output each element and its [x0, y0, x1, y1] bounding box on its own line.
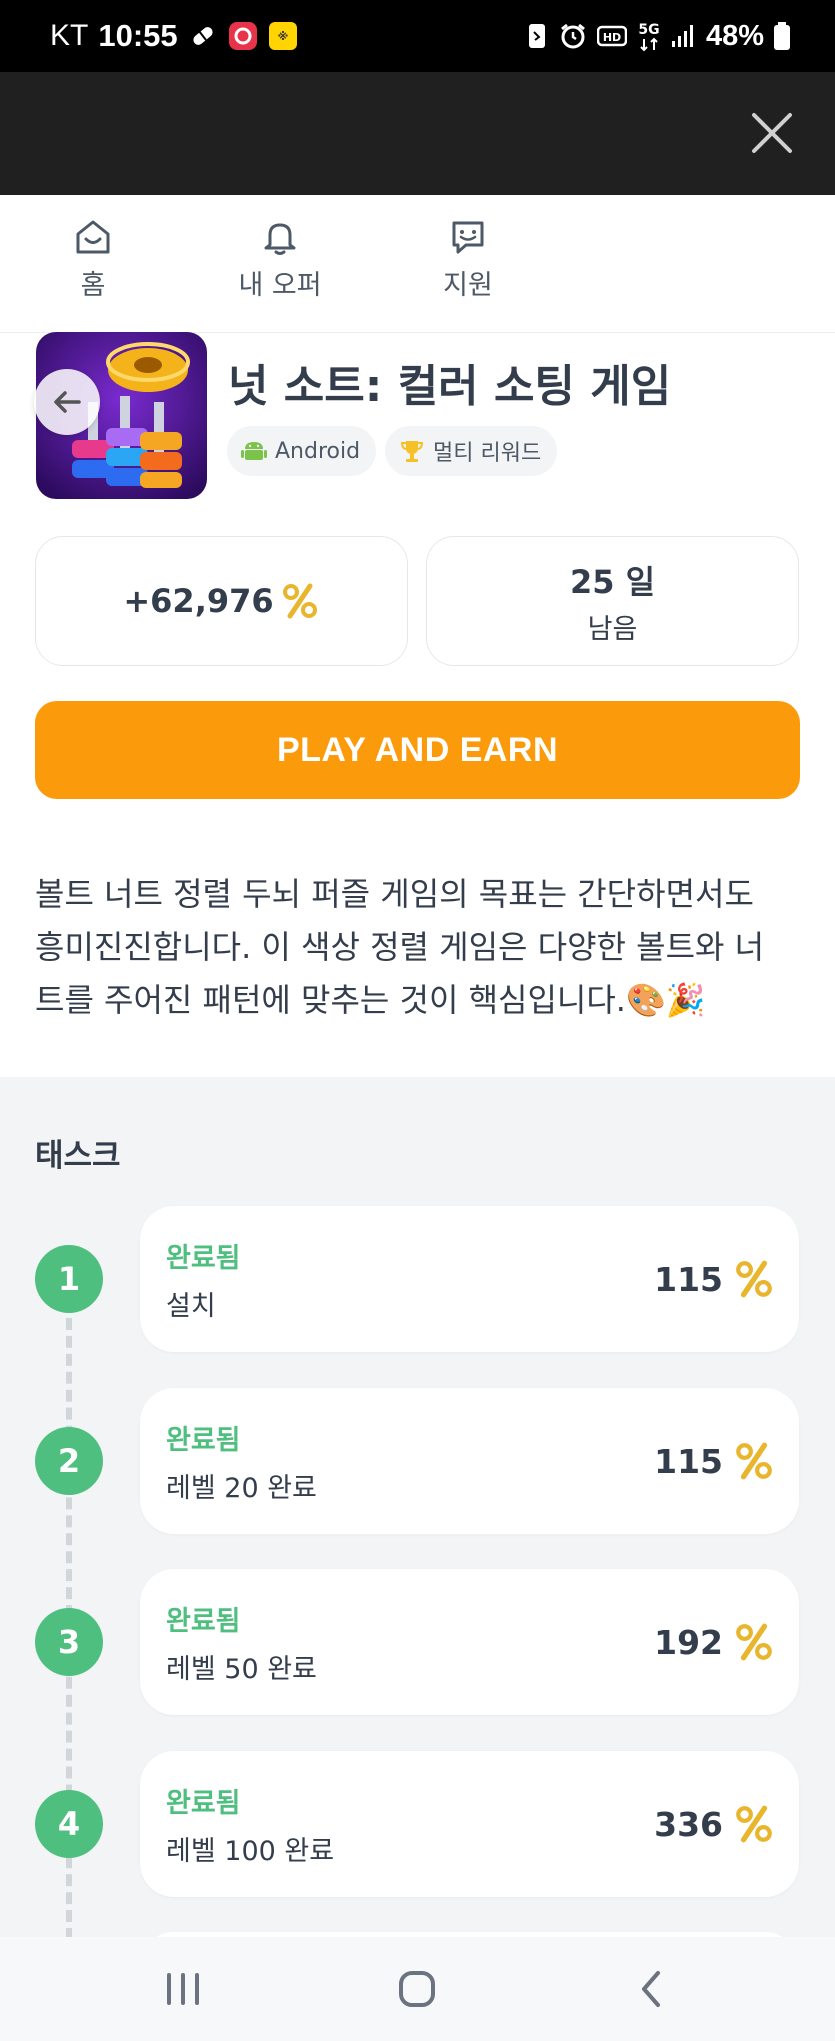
task-reward-amount: 115 — [654, 1441, 723, 1481]
chevron-left-icon — [642, 1971, 660, 2007]
task-number-badge: 3 — [35, 1608, 103, 1676]
task-status: 완료됨 — [166, 1606, 241, 1637]
tab-my-offers-label: 내 오퍼 — [238, 270, 322, 301]
days-left-label: 남음 — [587, 613, 638, 645]
home-smile-icon — [76, 220, 110, 254]
trophy-icon — [400, 441, 424, 462]
android-icon — [241, 442, 267, 460]
task-name: 레벨 50 완료 — [166, 1654, 317, 1685]
home-nav-icon — [399, 1971, 435, 2007]
nfc-icon — [525, 21, 549, 51]
close-button[interactable] — [741, 102, 803, 164]
task-reward: 115 — [654, 1206, 775, 1352]
description-line-1: 볼트 너트 정렬 두뇌 퍼즐 게임의 목표는 간단하면서도 — [35, 875, 754, 913]
description-line-3: 트를 주어진 패턴에 맞추는 것이 핵심입니다.🎨🎉 — [35, 981, 706, 1019]
platform-chip: Android — [227, 426, 377, 476]
task-card[interactable]: 완료됨 레벨 20 완료 115 — [140, 1388, 799, 1534]
carrier-label: KT — [50, 19, 89, 52]
bell-icon — [264, 223, 296, 255]
recent-apps-icon — [167, 1973, 199, 2005]
task-status: 완료됨 — [166, 1243, 241, 1274]
tab-support[interactable]: 지원 — [403, 217, 533, 302]
task-row: 2 완료됨 레벨 20 완료 115 — [0, 1388, 835, 1534]
chat-smile-icon — [452, 221, 484, 254]
points-value-row: +62,976 — [123, 581, 319, 621]
battery-icon — [773, 21, 791, 51]
task-name: 레벨 100 완료 — [166, 1836, 335, 1867]
percent-coin-icon — [736, 1260, 772, 1298]
days-left-card: 25 일 남음 — [426, 536, 799, 666]
battery-percent: 48% — [705, 19, 764, 52]
svg-text:HD: HD — [603, 31, 621, 44]
task-reward-amount: 115 — [654, 1259, 723, 1299]
app-description: 볼트 너트 정렬 두뇌 퍼즐 게임의 목표는 간단하면서도 흥미진진합니다. 이… — [35, 868, 805, 1027]
top-header — [0, 72, 835, 195]
task-card[interactable]: 완료됨 설치 115 — [140, 1206, 799, 1352]
platform-label: Android — [275, 438, 361, 464]
app-notification-red-icon — [228, 21, 258, 51]
tab-bar: 홈 내 오퍼 지원 — [0, 195, 835, 333]
play-and-earn-button[interactable]: PLAY AND EARN — [35, 701, 800, 799]
task-number-badge: 2 — [35, 1427, 103, 1495]
task-reward-amount: 336 — [654, 1804, 723, 1844]
home-button[interactable] — [357, 1937, 477, 2041]
task-reward: 336 — [654, 1751, 775, 1897]
tab-support-label: 지원 — [443, 270, 493, 301]
task-status: 완료됨 — [166, 1788, 241, 1819]
task-card[interactable]: 완료됨 레벨 50 완료 192 — [140, 1569, 799, 1715]
percent-coin-icon — [736, 1623, 772, 1661]
hd-voice-icon: HD — [596, 21, 627, 51]
svg-text:5G: 5G — [638, 22, 659, 38]
app-notification-yellow-icon: ※ — [268, 21, 298, 51]
points-card: +62,976 — [35, 536, 408, 666]
alarm-icon — [558, 21, 588, 51]
task-row: 4 완료됨 레벨 100 완료 336 — [0, 1751, 835, 1897]
reward-type-label: 멀티 리워드 — [433, 441, 542, 466]
task-row: 3 완료됨 레벨 50 완료 192 — [0, 1569, 835, 1715]
task-card[interactable]: 완료됨 레벨 100 완료 336 — [140, 1751, 799, 1897]
task-name: 설치 — [166, 1291, 216, 1322]
status-left: KT 10:55 ※ — [50, 0, 298, 72]
tab-home-label: 홈 — [80, 270, 106, 301]
percent-coin-icon — [282, 583, 317, 619]
status-right: HD 5G 48% — [525, 0, 791, 72]
reward-type-chip: 멀티 리워드 — [385, 426, 558, 476]
pill-icon — [188, 21, 218, 51]
recent-apps-button[interactable] — [123, 1937, 243, 2041]
task-number-badge: 4 — [35, 1790, 103, 1858]
task-reward: 192 — [654, 1569, 775, 1715]
tab-my-offers[interactable]: 내 오퍼 — [215, 217, 345, 302]
tab-home[interactable]: 홈 — [28, 217, 158, 302]
back-nav-button[interactable] — [591, 1937, 711, 2041]
5g-icon: 5G — [636, 19, 662, 53]
back-button[interactable] — [34, 369, 100, 435]
task-row: 1 완료됨 설치 115 — [0, 1206, 835, 1352]
description-line-2: 흥미진진합니다. 이 색상 정렬 게임은 다양한 볼트와 너 — [35, 928, 765, 966]
percent-coin-icon — [736, 1805, 772, 1843]
svg-text:※: ※ — [277, 30, 288, 43]
close-icon — [752, 113, 792, 153]
days-left-value: 25 일 — [569, 562, 656, 601]
task-name: 레벨 20 완료 — [166, 1473, 317, 1504]
task-reward: 115 — [654, 1388, 775, 1534]
task-number-badge: 1 — [35, 1245, 103, 1313]
task-status: 완료됨 — [166, 1425, 241, 1456]
signal-icon — [671, 23, 697, 49]
arrow-left-icon — [54, 391, 81, 413]
task-reward-amount: 192 — [654, 1622, 723, 1662]
system-nav-bar — [0, 1937, 835, 2041]
clock: 10:55 — [98, 18, 178, 53]
days-left-group: 25 일 남음 — [570, 557, 655, 646]
percent-coin-icon — [736, 1442, 772, 1480]
tasks-title: 태스크 — [35, 1138, 121, 1174]
status-bar: KT 10:55 ※ HD 5G 48% — [0, 0, 835, 72]
app-title: 넛 소트: 컬러 소팅 게임 — [228, 361, 672, 412]
points-value: +62,976 — [123, 582, 274, 620]
